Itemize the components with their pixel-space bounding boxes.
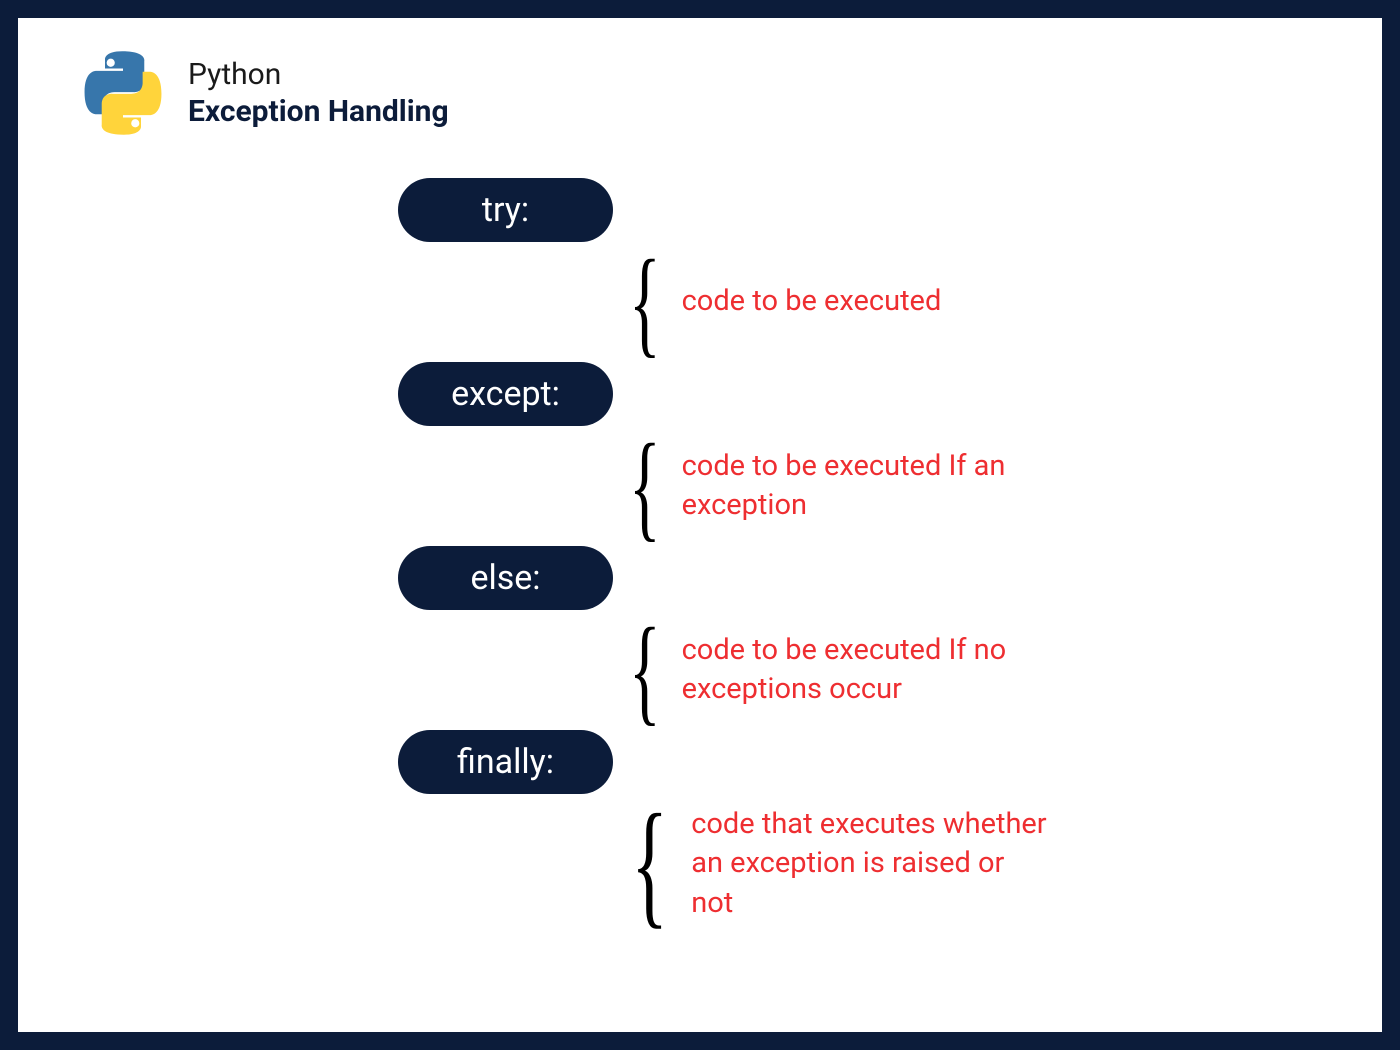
brace-icon: { [631, 794, 668, 934]
header-text: Python Exception Handling [188, 57, 449, 129]
keyword-except: except: [398, 362, 613, 426]
keyword-finally-label: finally: [457, 742, 554, 782]
desc-row-else: { code to be executed If no exceptions o… [616, 610, 1342, 730]
keyword-else: else: [398, 546, 613, 610]
keyword-try-label: try: [482, 190, 529, 230]
diagram-canvas: Python Exception Handling try: { code to… [18, 18, 1382, 1032]
desc-row-except: { code to be executed If an exception [616, 426, 1342, 546]
desc-else: code to be executed If no exceptions occ… [682, 631, 1042, 709]
keyword-except-label: except: [451, 374, 560, 414]
header-subtitle: Python [188, 57, 449, 92]
keyword-try: try: [398, 178, 613, 242]
brace-icon: { [629, 242, 661, 362]
desc-row-finally: { code that executes whether an exceptio… [616, 794, 1342, 934]
brace-icon: { [629, 426, 661, 546]
keyword-finally: finally: [398, 730, 613, 794]
exception-diagram: try: { code to be executed except: { cod… [398, 178, 1342, 934]
desc-finally: code that executes whether an exception … [691, 805, 1051, 922]
brace-icon: { [629, 610, 661, 730]
desc-row-try: { code to be executed [616, 242, 1342, 362]
header-title: Exception Handling [188, 94, 449, 129]
python-logo-icon [78, 48, 168, 138]
keyword-else-label: else: [470, 558, 540, 598]
desc-try: code to be executed [682, 282, 942, 321]
desc-except: code to be executed If an exception [682, 447, 1042, 525]
header: Python Exception Handling [78, 48, 1342, 138]
